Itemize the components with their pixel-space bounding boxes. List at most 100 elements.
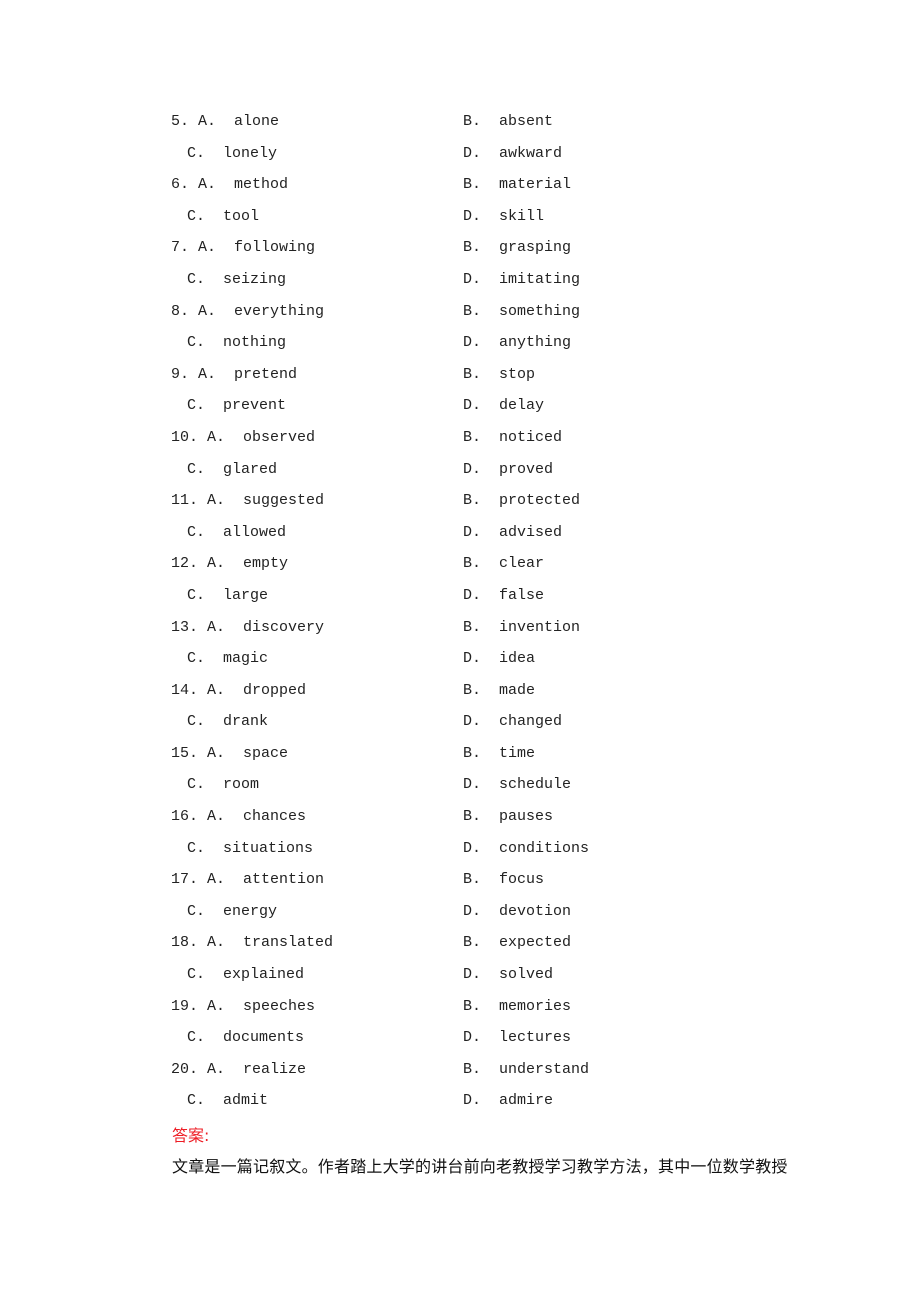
option-a: 17. A. attention bbox=[171, 871, 325, 889]
option-c: C. large bbox=[187, 586, 269, 604]
option-a: 20. A. realize bbox=[171, 1060, 307, 1078]
option-b: B. made bbox=[463, 681, 536, 699]
option-a: 13. A. discovery bbox=[171, 618, 325, 636]
option-b: B. expected bbox=[463, 934, 572, 952]
option-d: D. schedule bbox=[463, 776, 572, 794]
option-b: B. stop bbox=[463, 365, 536, 383]
option-d: D. proved bbox=[463, 460, 554, 478]
option-a: 19. A. speeches bbox=[171, 997, 316, 1015]
option-d: D. lectures bbox=[463, 1029, 572, 1047]
option-c: C. allowed bbox=[187, 523, 287, 541]
option-d: D. delay bbox=[463, 397, 545, 415]
option-c: C. nothing bbox=[187, 334, 287, 352]
option-c: C. drank bbox=[187, 713, 269, 731]
option-c: C. room bbox=[187, 776, 260, 794]
option-d: D. conditions bbox=[463, 839, 590, 857]
option-b: B. protected bbox=[463, 492, 581, 510]
question-row: 19. A. speeches B. memories bbox=[0, 997, 920, 1029]
option-d: D. awkward bbox=[463, 144, 563, 162]
question-row-cd: C. large D. false bbox=[0, 586, 920, 618]
option-a: 11. A. suggested bbox=[171, 492, 325, 510]
question-row-cd: C. documents D. lectures bbox=[0, 1028, 920, 1060]
option-d: D. admire bbox=[463, 1092, 554, 1110]
answer-paragraph: 文章是一篇记叙文。作者踏上大学的讲台前向老教授学习教学方法，其中一位数学教授 bbox=[172, 1157, 788, 1176]
question-row-cd: C. room D. schedule bbox=[0, 775, 920, 807]
option-c: C. lonely bbox=[187, 144, 278, 162]
question-row: 12. A. empty B. clear bbox=[0, 554, 920, 586]
question-row-cd: C. nothing D. anything bbox=[0, 333, 920, 365]
option-b: B. invention bbox=[463, 618, 581, 636]
option-b: B. material bbox=[463, 176, 572, 194]
option-b: B. time bbox=[463, 744, 536, 762]
question-row: 18. A. translated B. expected bbox=[0, 933, 920, 965]
option-a: 12. A. empty bbox=[171, 555, 289, 573]
option-c: C. prevent bbox=[187, 397, 287, 415]
question-row-cd: C. glared D. proved bbox=[0, 460, 920, 492]
option-c: C. glared bbox=[187, 460, 278, 478]
option-a: 16. A. chances bbox=[171, 808, 307, 826]
question-row: 13. A. discovery B. invention bbox=[0, 618, 920, 650]
question-row-cd: C. admit D. admire bbox=[0, 1091, 920, 1123]
option-c: C. documents bbox=[187, 1029, 305, 1047]
option-d: D. idea bbox=[463, 650, 536, 668]
option-b: B. pauses bbox=[463, 808, 554, 826]
question-row-cd: C. explained D. solved bbox=[0, 965, 920, 997]
option-a: 15. A. space bbox=[171, 744, 289, 762]
option-a: 9. A. pretend bbox=[171, 365, 298, 383]
question-row-cd: C. drank D. changed bbox=[0, 712, 920, 744]
option-b: B. memories bbox=[463, 997, 572, 1015]
question-row: 9. A. pretend B. stop bbox=[0, 365, 920, 397]
question-row: 16. A. chances B. pauses bbox=[0, 807, 920, 839]
option-b: B. something bbox=[463, 302, 581, 320]
question-row: 20. A. realize B. understand bbox=[0, 1060, 920, 1092]
option-d: D. solved bbox=[463, 966, 554, 984]
option-d: D. advised bbox=[463, 523, 563, 541]
document-page: 5. A. alone B. absent C. lonely D. awkward 6… bbox=[0, 0, 920, 1302]
option-b: B. noticed bbox=[463, 428, 563, 446]
option-a: 18. A. translated bbox=[171, 934, 334, 952]
option-b: B. grasping bbox=[463, 239, 572, 257]
option-a: 10. A. observed bbox=[171, 428, 316, 446]
option-c: C. tool bbox=[187, 207, 260, 225]
option-b: B. clear bbox=[463, 555, 545, 573]
question-row: 6. A. method B. material bbox=[0, 175, 920, 207]
question-row-cd: C. lonely D. awkward bbox=[0, 144, 920, 176]
option-d: D. devotion bbox=[463, 902, 572, 920]
option-c: C. situations bbox=[187, 839, 314, 857]
answer-label: 答案: bbox=[172, 1126, 210, 1145]
question-row-cd: C. situations D. conditions bbox=[0, 839, 920, 871]
question-row: 7. A. following B. grasping bbox=[0, 238, 920, 270]
option-d: D. anything bbox=[463, 334, 572, 352]
option-c: C. explained bbox=[187, 966, 305, 984]
question-row: 15. A. space B. time bbox=[0, 744, 920, 776]
option-b: B. understand bbox=[463, 1060, 590, 1078]
option-d: D. changed bbox=[463, 713, 563, 731]
option-a: 8. A. everything bbox=[171, 302, 325, 320]
question-row: 17. A. attention B. focus bbox=[0, 870, 920, 902]
option-b: B. absent bbox=[463, 113, 554, 130]
question-row: 14. A. dropped B. made bbox=[0, 681, 920, 713]
question-row: 11. A. suggested B. protected bbox=[0, 491, 920, 523]
question-row-cd: C. energy D. devotion bbox=[0, 902, 920, 934]
option-c: C. admit bbox=[187, 1092, 269, 1110]
option-a: 6. A. method bbox=[171, 176, 289, 194]
question-row: 10. A. observed B. noticed bbox=[0, 428, 920, 460]
option-a: 14. A. dropped bbox=[171, 681, 307, 699]
question-row-cd: C. seizing D. imitating bbox=[0, 270, 920, 302]
options-list: 5. A. alone B. absent C. lonely D. awkward 6… bbox=[0, 112, 920, 1123]
question-row: 8. A. everything B. something bbox=[0, 302, 920, 334]
question-row-cd: C. allowed D. advised bbox=[0, 523, 920, 555]
question-row-cd: C. magic D. idea bbox=[0, 649, 920, 681]
option-b: B. focus bbox=[463, 871, 545, 889]
option-a: 5. A. alone bbox=[171, 113, 280, 130]
option-d: D. imitating bbox=[463, 270, 581, 288]
question-row: 5. A. alone B. absent bbox=[0, 112, 920, 144]
option-c: C. magic bbox=[187, 650, 269, 668]
option-d: D. false bbox=[463, 586, 545, 604]
option-a: 7. A. following bbox=[171, 239, 316, 257]
question-row-cd: C. tool D. skill bbox=[0, 207, 920, 239]
option-c: C. seizing bbox=[187, 270, 287, 288]
option-c: C. energy bbox=[187, 902, 278, 920]
question-row-cd: C. prevent D. delay bbox=[0, 396, 920, 428]
option-d: D. skill bbox=[463, 207, 545, 225]
